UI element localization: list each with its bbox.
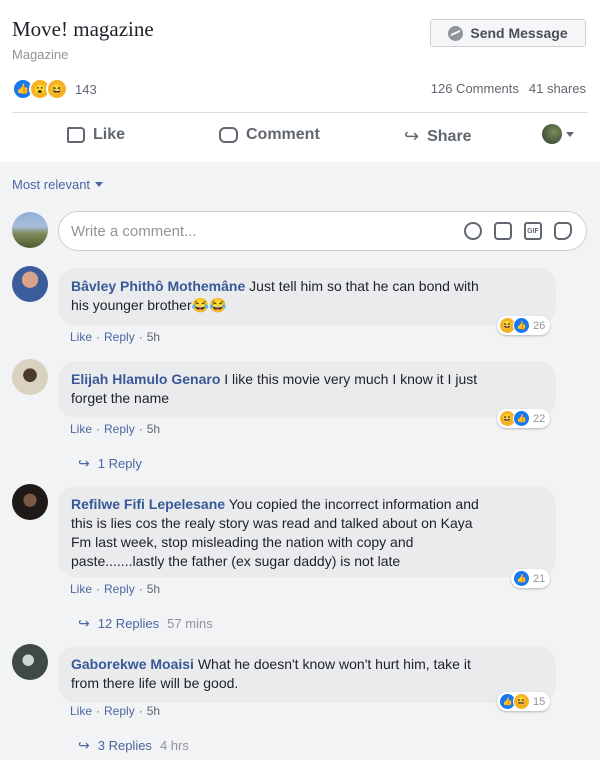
chevron-down-icon <box>95 182 104 187</box>
messenger-icon <box>448 25 464 41</box>
comment-text: paste.......lastly the father (ex sugar … <box>71 553 401 569</box>
chevron-down-icon <box>566 131 574 137</box>
share-label: Share <box>427 127 472 145</box>
comment-placeholder: Write a comment... <box>71 222 197 240</box>
share-button[interactable]: ↪ Share <box>404 126 472 147</box>
sticker-icon[interactable] <box>554 222 572 240</box>
avatar[interactable] <box>12 266 48 302</box>
like-icon: 👍 <box>513 410 530 427</box>
comment-meta: Like · Reply · 5h <box>70 704 161 718</box>
gif-icon[interactable]: GIF <box>524 222 542 240</box>
comment-meta: Like · Reply · 5h <box>70 582 161 596</box>
comment-bubble: Gaborekwe Moaisi What he doesn't know wo… <box>58 646 556 703</box>
comment-reply-link[interactable]: Reply <box>104 422 135 436</box>
shares-count[interactable]: 41 shares <box>529 81 586 96</box>
comment-time[interactable]: 5h <box>147 704 160 718</box>
replies-count: 1 Reply <box>97 456 142 471</box>
page-category: Magazine <box>12 47 69 62</box>
filter-label: Most relevant <box>12 177 91 192</box>
comment-reactions[interactable]: 👍 😆 15 <box>497 692 551 711</box>
comment-time[interactable]: 5h <box>147 330 160 344</box>
avatar[interactable] <box>12 644 48 680</box>
comment-like-link[interactable]: Like <box>70 704 92 718</box>
most-relevant-filter[interactable]: Most relevant <box>12 177 104 192</box>
reply-arrow-icon: ↪ <box>78 455 90 471</box>
comment-meta: Like · Reply · 5h <box>70 422 161 436</box>
comment-text: What he doesn't know won't hurt him, tak… <box>197 656 471 672</box>
replies-count: 12 Replies <box>97 616 160 631</box>
page-name[interactable]: Move! magazine <box>12 17 154 42</box>
view-replies-link[interactable]: ↪ 1 Reply <box>78 455 142 472</box>
comment-author[interactable]: Bâvley Phithô Mothemâne <box>71 278 245 294</box>
avatar[interactable] <box>12 359 48 395</box>
send-message-button[interactable]: Send Message <box>430 19 586 47</box>
comment-input[interactable]: Write a comment... GIF <box>58 211 587 251</box>
avatar <box>542 124 562 144</box>
comment-text: You copied the incorrect information and <box>228 496 479 512</box>
comment-text: Just tell him so that he can bond with <box>249 278 479 294</box>
view-replies-link[interactable]: ↪ 12 Replies 57 mins <box>78 615 213 632</box>
comment-time[interactable]: 5h <box>147 582 160 596</box>
post-reactions[interactable]: 👍 😮 😆 143 <box>12 78 97 100</box>
comment-time[interactable]: 5h <box>147 422 160 436</box>
like-label: Like <box>93 126 126 143</box>
replies-time: 57 mins <box>167 616 213 631</box>
like-icon: 👍 <box>513 570 530 587</box>
comment-reactions[interactable]: 😆 👍 26 <box>497 316 551 335</box>
reply-arrow-icon: ↪ <box>78 737 90 753</box>
comment-icon <box>219 127 238 143</box>
view-replies-link[interactable]: ↪ 3 Replies 4 hrs <box>78 737 189 754</box>
post-stats: 126 Comments 41 shares <box>431 81 586 96</box>
comment-like-link[interactable]: Like <box>70 330 92 344</box>
comment-bubble: Refilwe Fifi Lepelesane You copied the i… <box>58 486 556 577</box>
haha-icon: 😆 <box>513 693 530 710</box>
comment-like-link[interactable]: Like <box>70 422 92 436</box>
avatar[interactable] <box>12 484 48 520</box>
comment-reply-link[interactable]: Reply <box>104 582 135 596</box>
divider <box>12 112 588 113</box>
comment-button[interactable]: Comment <box>219 126 320 144</box>
comment-like-link[interactable]: Like <box>70 582 92 596</box>
reaction-count: 26 <box>533 319 546 332</box>
profile-selector[interactable] <box>542 124 574 144</box>
like-icon: 👍 <box>513 317 530 334</box>
like-button[interactable]: Like <box>67 126 125 144</box>
reaction-count: 21 <box>533 572 546 585</box>
reaction-count: 143 <box>75 81 97 97</box>
comment-author[interactable]: Elijah Hlamulo Genaro <box>71 371 220 387</box>
comment-bubble: Bâvley Phithô Mothemâne Just tell him so… <box>58 268 556 325</box>
comment-text: this is lies cos the realy story was rea… <box>71 515 473 531</box>
comment-label: Comment <box>246 126 320 143</box>
comment-text: I like this movie very much I know it I … <box>224 371 478 387</box>
thumbs-up-icon <box>67 127 85 143</box>
comment-author[interactable]: Gaborekwe Moaisi <box>71 656 194 672</box>
comment-reactions[interactable]: 😆 👍 22 <box>497 409 551 428</box>
comment-text: forget the name <box>71 390 170 406</box>
haha-icon: 😆 <box>46 78 68 100</box>
comment-author[interactable]: Refilwe Fifi Lepelesane <box>71 496 225 512</box>
comments-count[interactable]: 126 Comments <box>431 81 519 96</box>
comment-meta: Like · Reply · 5h <box>70 330 161 344</box>
comment-reply-link[interactable]: Reply <box>104 330 135 344</box>
avatar[interactable] <box>12 212 48 248</box>
share-icon: ↪ <box>404 126 420 146</box>
reaction-count: 22 <box>533 412 546 425</box>
comment-reactions[interactable]: 👍 21 <box>511 569 551 588</box>
comment-text: Fm last week, stop misleading the nation… <box>71 534 414 550</box>
comment-reply-link[interactable]: Reply <box>104 704 135 718</box>
emoji-icon[interactable] <box>464 222 482 240</box>
comment-text: his younger brother😂😂 <box>71 297 227 313</box>
post-actions-bar: Like Comment ↪ Share <box>12 114 588 158</box>
camera-icon[interactable] <box>494 222 512 240</box>
replies-time: 4 hrs <box>159 738 189 753</box>
reply-arrow-icon: ↪ <box>78 615 90 631</box>
send-message-label: Send Message <box>470 25 568 41</box>
replies-count: 3 Replies <box>97 738 152 753</box>
comment-bubble: Elijah Hlamulo Genaro I like this movie … <box>58 361 556 418</box>
comment-text: from there life will be good. <box>71 675 239 691</box>
reaction-count: 15 <box>533 695 546 708</box>
